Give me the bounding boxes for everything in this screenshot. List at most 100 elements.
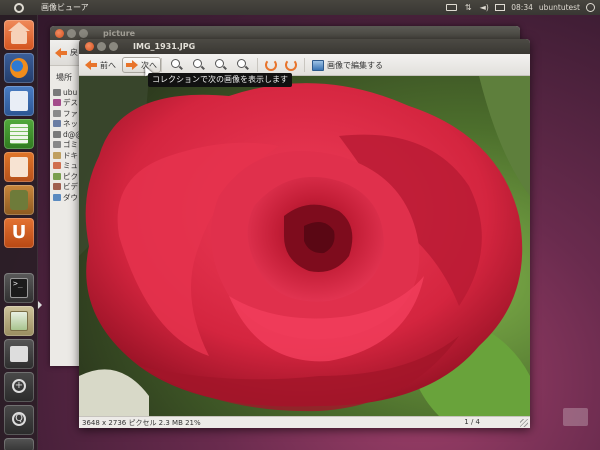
- launcher-impress[interactable]: [4, 152, 34, 182]
- zoom-fit-icon: [237, 59, 249, 71]
- sidebar-place-item[interactable]: デス: [50, 98, 79, 109]
- sidebar-place-item[interactable]: ドキ: [50, 150, 79, 161]
- back-button-label[interactable]: 戻: [70, 47, 78, 58]
- file-manager-titlebar[interactable]: picture: [50, 26, 520, 40]
- previous-button[interactable]: 前へ: [83, 57, 118, 73]
- rotate-right-button[interactable]: [285, 57, 297, 73]
- top-panel: 画像ビューア ⇅ ◄) 08:34 ubuntutest: [0, 0, 600, 15]
- workspace-icon: [10, 346, 28, 362]
- toolbar-separator: [257, 58, 258, 72]
- launcher-writer[interactable]: [4, 86, 34, 116]
- volume-indicator-icon[interactable]: ◄): [479, 3, 489, 12]
- sidebar-place-item[interactable]: ゴミ: [50, 140, 79, 151]
- zoom-in-icon: [171, 59, 183, 71]
- libreoffice-writer-icon: [10, 91, 28, 111]
- launcher-firefox[interactable]: [4, 53, 34, 83]
- clock[interactable]: 08:34: [511, 3, 533, 12]
- launcher-zoom-out[interactable]: Q: [4, 405, 34, 435]
- rotate-left-button[interactable]: [265, 57, 277, 73]
- rotate-right-icon: [285, 59, 297, 71]
- launcher-workspace-switcher[interactable]: [4, 339, 34, 369]
- folder-icon: [53, 172, 61, 180]
- place-label: デス: [63, 98, 78, 108]
- active-app-arrow-icon: [38, 301, 42, 309]
- sidebar-place-item[interactable]: ubu: [50, 87, 79, 98]
- folder-icon: [53, 130, 61, 138]
- user-name[interactable]: ubuntutest: [539, 3, 580, 12]
- workspace-thumbnail[interactable]: [563, 408, 588, 426]
- zoom-normal-icon: [215, 59, 227, 71]
- image-viewer-window: IMG_1931.JPG 前へ 次へ 画像で編集する 3648 x 2736 ピ…: [79, 39, 530, 428]
- sidebar-place-item[interactable]: ビデ: [50, 182, 79, 193]
- places-list: ubuデスファネッd@@ゴミドキミュピクビデダウ: [50, 87, 79, 203]
- sidebar-place-item[interactable]: ピク: [50, 171, 79, 182]
- active-app-title: 画像ビューア: [41, 3, 89, 12]
- place-label: ドキ: [63, 150, 78, 160]
- launcher: U >_ + Q: [0, 15, 38, 450]
- maximize-icon[interactable]: [79, 28, 88, 38]
- zoom-in-button[interactable]: [171, 57, 183, 73]
- sidebar-place-item[interactable]: d@@: [50, 129, 79, 140]
- place-label: ビデ: [63, 182, 78, 192]
- rotate-left-icon: [265, 59, 277, 71]
- messaging-indicator-icon[interactable]: [495, 4, 506, 11]
- power-gear-icon[interactable]: [586, 3, 595, 12]
- place-label: ピク: [63, 171, 78, 181]
- launcher-image-viewer[interactable]: [4, 306, 34, 336]
- minimize-icon[interactable]: [97, 42, 106, 51]
- place-label: d@@: [63, 129, 79, 139]
- zoom-out-icon: Q: [12, 412, 26, 426]
- places-header: 場所: [56, 73, 72, 82]
- ubuntu-one-icon: U: [11, 222, 27, 243]
- launcher-calc[interactable]: [4, 119, 34, 149]
- folder-icon: [53, 162, 61, 170]
- zoom-in-icon: +: [12, 379, 26, 393]
- close-icon[interactable]: [85, 42, 94, 51]
- launcher-ubuntu-one[interactable]: U: [4, 218, 34, 248]
- place-label: ネッ: [63, 119, 78, 129]
- place-label: ダウ: [63, 192, 78, 202]
- launcher-home-folder[interactable]: [4, 20, 34, 50]
- back-arrow-icon[interactable]: [55, 47, 67, 58]
- edit-image-label: 画像で編集する: [327, 60, 383, 70]
- launcher-terminal[interactable]: >_: [4, 273, 34, 303]
- zoom-fit-button[interactable]: [237, 57, 249, 73]
- folder-icon: [53, 88, 61, 96]
- minimize-icon[interactable]: [67, 28, 76, 38]
- keyboard-indicator-icon[interactable]: [446, 4, 458, 11]
- terminal-icon: >_: [10, 278, 28, 298]
- zoom-normal-button[interactable]: [215, 57, 227, 73]
- launcher-software-center[interactable]: [4, 185, 34, 215]
- libreoffice-impress-icon: [10, 157, 28, 177]
- place-label: ubu: [63, 87, 78, 97]
- sidebar-place-item[interactable]: ネッ: [50, 119, 79, 130]
- rose-photo: [79, 76, 530, 416]
- libreoffice-calc-icon: [10, 124, 28, 144]
- place-label: ミュ: [63, 161, 78, 171]
- previous-arrow-icon: [85, 60, 97, 70]
- image-viewer-titlebar[interactable]: IMG_1931.JPG: [79, 39, 530, 54]
- resize-grip-icon[interactable]: [520, 419, 528, 427]
- ubuntu-dash-button[interactable]: [0, 0, 38, 15]
- zoom-out-button[interactable]: [193, 57, 205, 73]
- place-label: ファ: [63, 108, 78, 118]
- folder-icon: [53, 120, 61, 128]
- sidebar-place-item[interactable]: ファ: [50, 108, 79, 119]
- maximize-icon[interactable]: [109, 42, 118, 51]
- next-button[interactable]: 次へ: [122, 57, 161, 73]
- folder-icon: [53, 109, 61, 117]
- edit-image-icon: [312, 59, 324, 71]
- image-display[interactable]: [79, 76, 530, 416]
- launcher-zoom-in[interactable]: +: [4, 372, 34, 402]
- close-icon[interactable]: [55, 28, 64, 38]
- sidebar-place-item[interactable]: ダウ: [50, 192, 79, 203]
- indicator-area: ⇅ ◄) 08:34 ubuntutest: [446, 3, 600, 12]
- next-arrow-icon: [126, 60, 138, 70]
- firefox-icon: [10, 58, 28, 78]
- network-indicator-icon[interactable]: ⇅: [463, 3, 473, 12]
- launcher-trash[interactable]: [4, 438, 34, 450]
- sidebar-place-item[interactable]: ミュ: [50, 161, 79, 172]
- edit-image-button[interactable]: 画像で編集する: [312, 57, 383, 73]
- next-button-tooltip: コレクションで次の画像を表示します: [148, 73, 292, 87]
- zoom-out-icon: [193, 59, 205, 71]
